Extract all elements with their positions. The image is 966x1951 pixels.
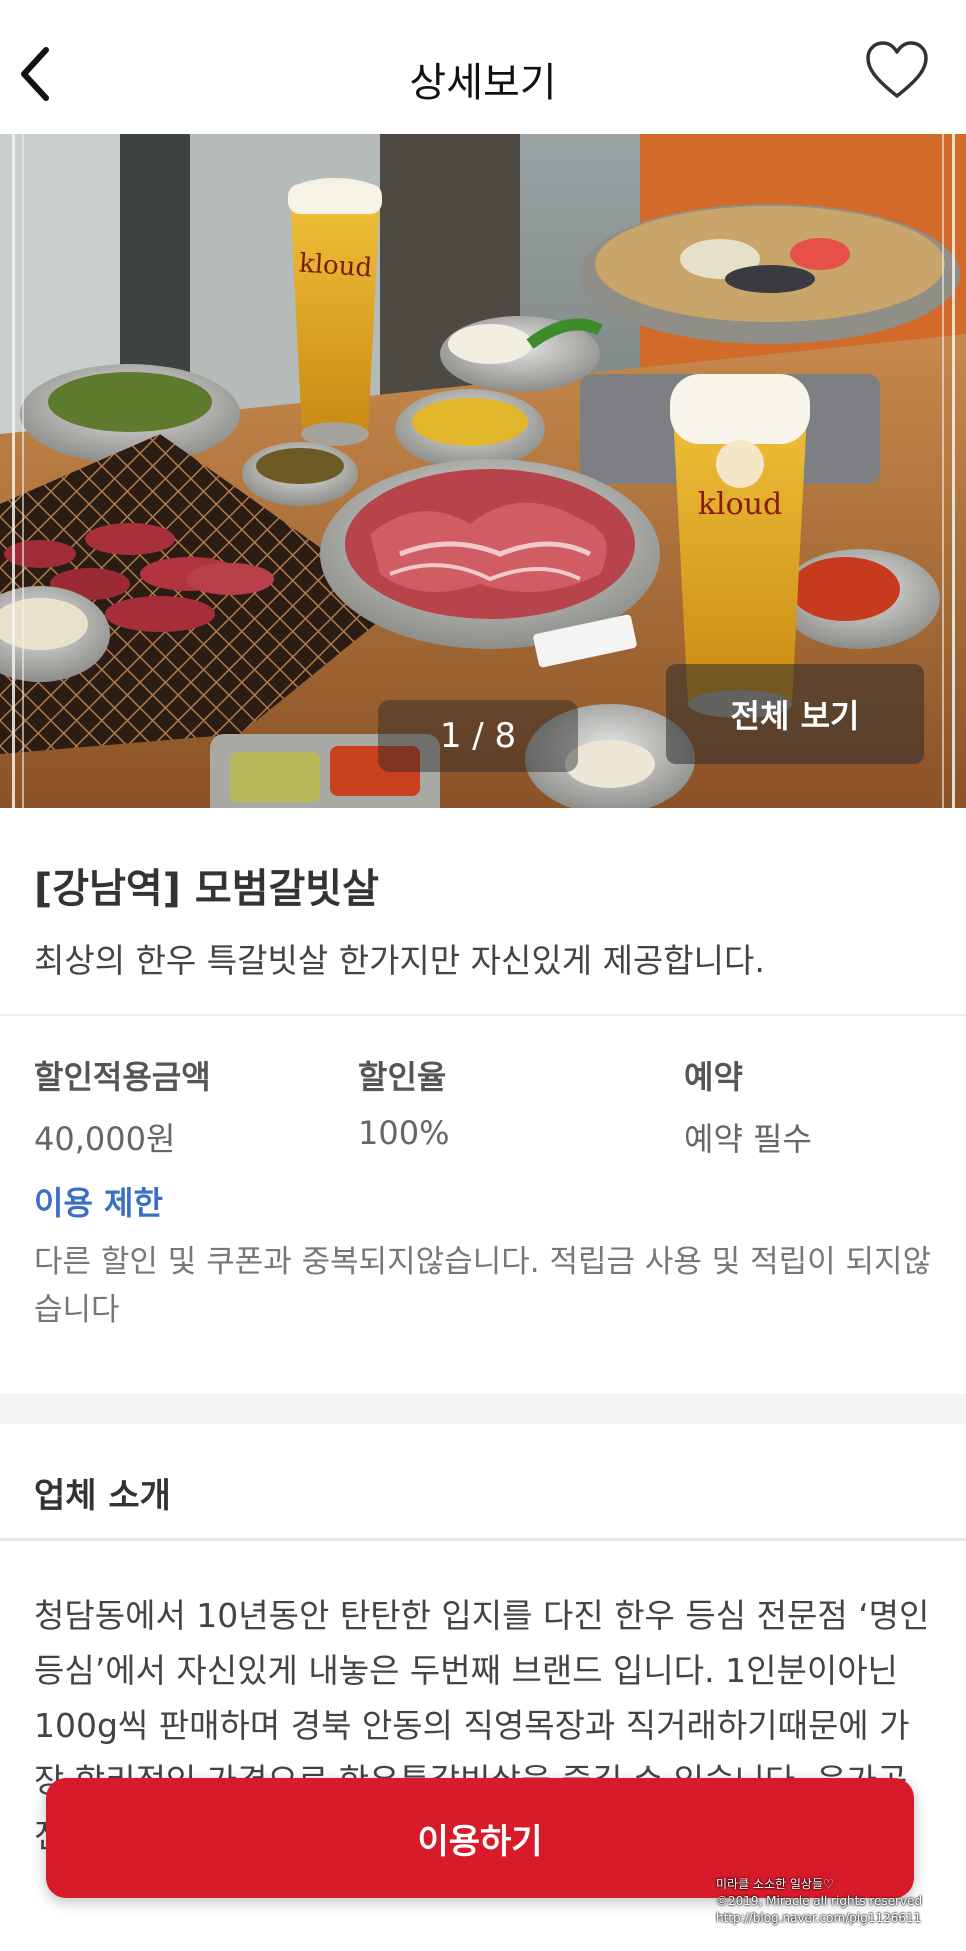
discount-rate-label: 할인율	[358, 1058, 447, 1096]
watermark-line-2: ©2019, Miracle all rights reserved	[716, 1894, 923, 1908]
store-name: [강남역] 모범갈빗살	[34, 866, 379, 912]
intro-title: 업체 소개	[34, 1476, 171, 1516]
beer-label-back: kloud	[298, 249, 373, 284]
discount-amount-label: 할인적용금액	[34, 1058, 211, 1096]
restriction-text: 다른 할인 및 쿠폰과 중복되지않습니다. 적립금 사용 및 적립이 되지않습니…	[34, 1244, 932, 1328]
discount-amount-block: 할인적용금액 40,000원	[34, 1052, 211, 1160]
restriction-title: 이용 제한	[34, 1184, 163, 1222]
watermark: 미라클 소소한 일상들♡ ©2019, Miracle all rights r…	[716, 1876, 922, 1927]
beer-label-front: kloud	[698, 487, 782, 522]
view-all-button[interactable]: 전체 보기	[666, 664, 924, 764]
reservation-value: 예약 필수	[684, 1120, 812, 1158]
discount-rate-value: 100%	[358, 1114, 450, 1152]
photo-gallery[interactable]: kloud kloud 1 / 8 전체 보기	[0, 134, 966, 808]
favorite-button[interactable]	[864, 38, 930, 104]
watermark-line-1: 미라클 소소한 일상들♡	[716, 1877, 834, 1891]
page-indicator: 1 / 8	[378, 700, 578, 772]
reservation-label: 예약	[684, 1058, 743, 1096]
top-bar: 상세보기	[0, 0, 966, 134]
page-title: 상세보기	[409, 60, 557, 106]
heart-outline-icon	[866, 41, 928, 98]
discount-amount-value: 40,000원	[34, 1120, 176, 1158]
discount-rate-block: 할인율 100%	[358, 1052, 449, 1152]
watermark-line-3: http://blog.naver.com/pig1126611	[716, 1911, 922, 1925]
intro-divider	[0, 1538, 966, 1541]
store-tagline: 최상의 한우 특갈빗살 한가지만 자신있게 제공합니다.	[34, 941, 765, 980]
store-info: [강남역] 모범갈빗살 최상의 한우 특갈빗살 한가지만 자신있게 제공합니다.	[0, 808, 966, 1016]
reservation-block: 예약 예약 필수	[684, 1052, 812, 1160]
section-divider	[0, 1394, 966, 1424]
deal-details: 할인적용금액 40,000원 할인율 100% 예약 예약 필수 이용 제한 다…	[0, 1018, 966, 1394]
